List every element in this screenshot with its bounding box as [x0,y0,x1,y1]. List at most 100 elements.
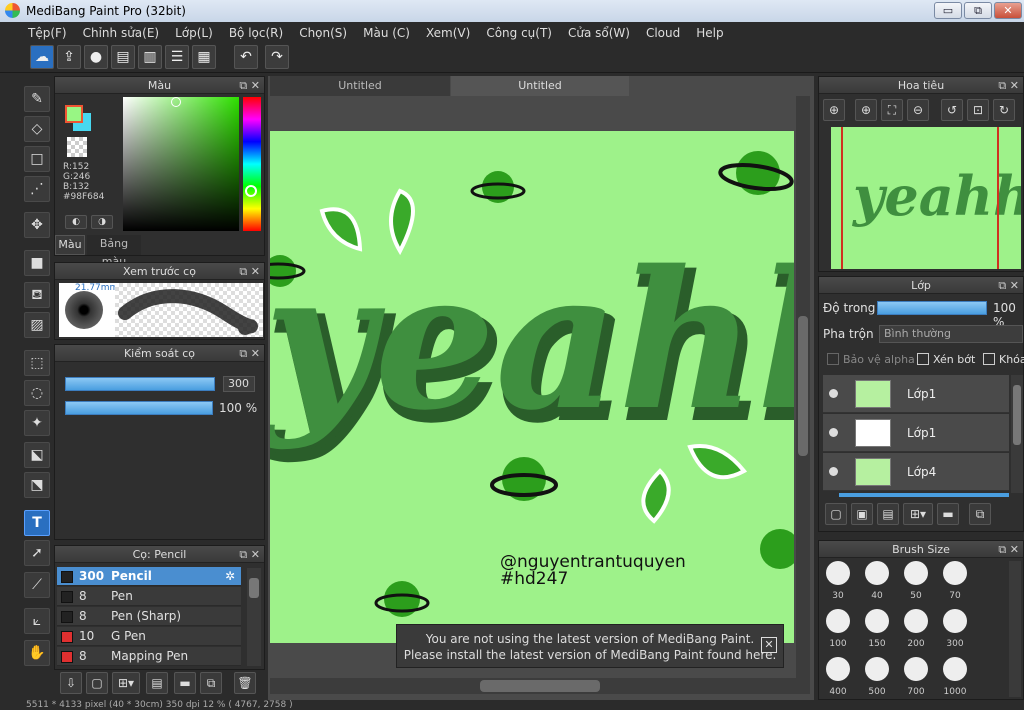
rotate-right-icon[interactable]: ↻ [993,99,1015,121]
color-saturation-square[interactable] [123,97,239,231]
menu-cloud[interactable]: Cloud [646,26,680,40]
brush-item-pen[interactable]: 8 Pen [57,587,241,606]
menu-view[interactable]: Xem(V) [426,26,470,40]
cloud-icon[interactable]: ☁ [30,45,54,69]
panel-controls-icon[interactable]: ⧉ ✕ [998,77,1019,94]
close-icon[interactable]: ✕ [761,637,777,653]
layer-opacity-slider[interactable] [877,301,987,315]
rotate-left-icon[interactable]: ↺ [941,99,963,121]
brush-size-preset[interactable]: 300 [938,609,972,649]
panel-controls-icon[interactable]: ⧉ ✕ [239,263,260,280]
panel-controls-icon[interactable]: ⧉ ✕ [998,541,1019,558]
brush-size-preset[interactable]: 200 [899,609,933,649]
foreground-color-swatch[interactable] [65,105,83,123]
text-tool-icon[interactable]: T [24,510,50,536]
select-eraser-icon[interactable]: ⬔ [24,472,50,498]
bucket-tool-icon[interactable]: ⛾ [24,282,50,308]
zoom-out-icon[interactable]: ⊖ [907,99,929,121]
panel-controls-icon[interactable]: ⧉ ✕ [239,546,260,563]
brush-size-preset[interactable]: 30 [821,561,855,601]
menu-color[interactable]: Màu (C) [363,26,410,40]
brush-size-preset[interactable]: 40 [860,561,894,601]
layer-row[interactable]: Lớp4 [823,453,1009,491]
layer-scrollbar[interactable] [1011,375,1023,493]
panel-controls-icon[interactable]: ⧉ ✕ [239,77,260,94]
scrollbar-thumb[interactable] [480,680,600,692]
brush-size-slider[interactable] [65,377,215,391]
new-raster-layer-icon[interactable]: ▣ [851,503,873,525]
cloud-download-icon[interactable]: ⇩ [60,672,82,694]
brush-size-preset[interactable]: 150 [860,609,894,649]
magic-wand-icon[interactable]: ✦ [24,410,50,436]
operation-tool-icon[interactable]: ➚ [24,540,50,566]
menu-filter[interactable]: Bộ lọc(R) [229,26,283,40]
menu-file[interactable]: Tệp(F) [28,26,67,40]
folder-icon[interactable]: ▬ [174,672,196,694]
menu-window[interactable]: Cửa sổ(W) [568,26,630,40]
panel-controls-icon[interactable]: ⧉ ✕ [239,345,260,362]
transparent-swatch[interactable] [67,137,87,157]
add-layer-dropdown-icon[interactable]: ⊞▾ [903,503,933,525]
menu-select[interactable]: Chọn(S) [299,26,347,40]
drawing-canvas[interactable]: yeahh yeahh @nguyentrantuquyen #hd247 [270,131,794,643]
brush-item-pencil[interactable]: 300 Pencil ✲ [57,567,241,586]
color-picker-cursor[interactable] [171,97,181,107]
brush-size-preset[interactable]: 500 [860,657,894,697]
lock-checkbox[interactable] [983,353,995,365]
hue-slider[interactable] [243,97,261,231]
hue-slider-handle[interactable] [245,185,257,197]
menu-layer[interactable]: Lớp(L) [175,26,213,40]
comment-icon[interactable]: ● [84,45,108,69]
maximize-button[interactable]: ⧉ [964,2,992,19]
hand-tool-icon[interactable]: ✋ [24,640,50,666]
add-color-icon[interactable]: ◑ [91,215,113,229]
panel-controls-icon[interactable]: ⧉ ✕ [998,277,1019,294]
add-brush-dropdown-icon[interactable]: ⊞▾ [112,672,140,694]
menu-tools[interactable]: Công cụ(T) [486,26,552,40]
select-pen-icon[interactable]: ⬕ [24,442,50,468]
brush-size-scrollbar[interactable] [1009,561,1021,697]
close-window-button[interactable]: ✕ [994,2,1022,19]
menu-help[interactable]: Help [696,26,723,40]
brush-size-preset[interactable]: 400 [821,657,855,697]
brush-size-value[interactable]: 300 [223,376,255,392]
rectangle-tool-icon[interactable]: □ [24,146,50,172]
zoom-icon[interactable]: ⊕ [855,99,877,121]
select-tool-icon[interactable]: ⬚ [24,350,50,376]
brush-item-mapping-pen[interactable]: 8 Mapping Pen [57,647,241,666]
brush-size-preset[interactable]: 100 [821,609,855,649]
eraser-tool-icon[interactable]: ◇ [24,116,50,142]
fit-icon[interactable]: ⛶ [881,99,903,121]
list-icon[interactable]: ☰ [165,45,189,69]
tab-untitled-2[interactable]: Untitled [451,76,629,96]
visibility-icon[interactable] [829,428,838,437]
protect-alpha-checkbox[interactable] [827,353,839,365]
duplicate-layer-icon[interactable]: ⧉ [969,503,991,525]
canvas-vertical-scrollbar[interactable] [796,96,810,678]
brush-list-scrollbar[interactable] [247,568,261,666]
layer-folder-icon[interactable]: ▬ [937,503,959,525]
chat-icon[interactable]: ▤ [111,45,135,69]
undo-icon[interactable]: ↶ [234,45,258,69]
brush-item-pen-sharp[interactable]: 8 Pen (Sharp) [57,607,241,626]
blend-mode-select[interactable]: Bình thường [879,325,1023,343]
layer-row[interactable]: Lớp1 [823,414,1009,452]
new-halftone-layer-icon[interactable]: ▤ [877,503,899,525]
layer-row[interactable]: Lớp1 [823,375,1009,413]
scrollbar-thumb[interactable] [249,578,259,598]
gradient-tool-icon[interactable]: ▨ [24,312,50,338]
share-icon[interactable]: ⇪ [57,45,81,69]
brush-settings-icon[interactable]: ▤ [146,672,168,694]
new-layer-icon[interactable]: ▢ [825,503,847,525]
eyedropper-icon[interactable]: ⟀ [24,608,50,634]
tab-color[interactable]: Màu [55,235,85,255]
brush-item-g-pen[interactable]: 10 G Pen [57,627,241,646]
menu-edit[interactable]: Chỉnh sửa(E) [83,26,160,40]
scrollbar-thumb[interactable] [798,316,808,456]
dot-tool-icon[interactable]: ⋰ [24,176,50,202]
fill-shape-tool-icon[interactable]: ■ [24,250,50,276]
divide-tool-icon[interactable]: ⟋ [24,572,50,598]
grid-icon[interactable]: ▦ [192,45,216,69]
brush-size-preset[interactable]: 50 [899,561,933,601]
tab-palette[interactable]: Bảng màu [87,235,141,268]
